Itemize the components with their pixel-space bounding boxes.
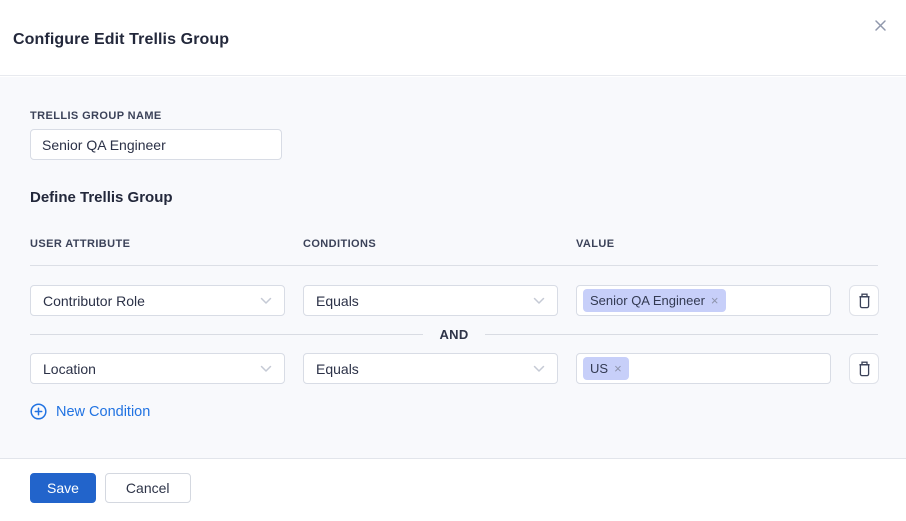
modal-body: TRELLIS GROUP NAME Define Trellis Group … [0, 77, 906, 459]
and-label: AND [439, 327, 468, 342]
trash-icon [857, 293, 872, 309]
user-attribute-select-1[interactable]: Contributor Role [30, 285, 285, 316]
value-input-1[interactable]: Senior QA Engineer × [576, 285, 831, 316]
separator-line [485, 334, 878, 335]
value-tag: Senior QA Engineer × [583, 289, 726, 312]
new-condition-button[interactable]: New Condition [30, 403, 150, 420]
tag-remove-icon[interactable]: × [614, 362, 622, 375]
condition-select-2-value: Equals [316, 361, 359, 377]
value-tag-label: US [590, 361, 608, 376]
chevron-down-icon [260, 365, 272, 373]
column-header-conditions: CONDITIONS [303, 238, 558, 250]
condition-select-1-value: Equals [316, 293, 359, 309]
modal-header: Configure Edit Trellis Group [0, 0, 906, 76]
save-button[interactable]: Save [30, 473, 96, 503]
value-tag-label: Senior QA Engineer [590, 293, 705, 308]
separator-line [30, 334, 423, 335]
value-input-2[interactable]: US × [576, 353, 831, 384]
modal-title: Configure Edit Trellis Group [13, 31, 229, 49]
close-button[interactable] [871, 16, 889, 34]
cancel-button[interactable]: Cancel [105, 473, 191, 503]
group-name-input[interactable] [30, 129, 282, 160]
header-divider [30, 265, 878, 266]
user-attribute-select-1-value: Contributor Role [43, 293, 145, 309]
modal-footer: Save Cancel [0, 459, 906, 521]
group-name-label: TRELLIS GROUP NAME [30, 110, 878, 122]
plus-circle-icon [30, 403, 47, 420]
chevron-down-icon [533, 297, 545, 305]
delete-condition-button-2[interactable] [849, 353, 879, 384]
user-attribute-select-2-value: Location [43, 361, 96, 377]
user-attribute-select-2[interactable]: Location [30, 353, 285, 384]
new-condition-label: New Condition [56, 404, 150, 420]
column-header-value: VALUE [576, 238, 831, 250]
configure-trellis-group-modal: { "modal": { "title": "Configure Edit Tr… [0, 0, 906, 521]
trash-icon [857, 361, 872, 377]
condition-select-1[interactable]: Equals [303, 285, 558, 316]
chevron-down-icon [533, 365, 545, 373]
delete-condition-button-1[interactable] [849, 285, 879, 316]
close-icon [873, 18, 888, 33]
column-header-user-attribute: USER ATTRIBUTE [30, 238, 285, 250]
section-title: Define Trellis Group [30, 189, 878, 206]
chevron-down-icon [260, 297, 272, 305]
condition-row-1: Contributor Role Equals Senior QA Engine… [30, 285, 878, 316]
tag-remove-icon[interactable]: × [711, 294, 719, 307]
value-tag: US × [583, 357, 629, 380]
and-separator: AND [30, 316, 878, 353]
column-headers: USER ATTRIBUTE CONDITIONS VALUE [30, 238, 878, 250]
condition-row-2: Location Equals US × [30, 353, 878, 384]
condition-select-2[interactable]: Equals [303, 353, 558, 384]
